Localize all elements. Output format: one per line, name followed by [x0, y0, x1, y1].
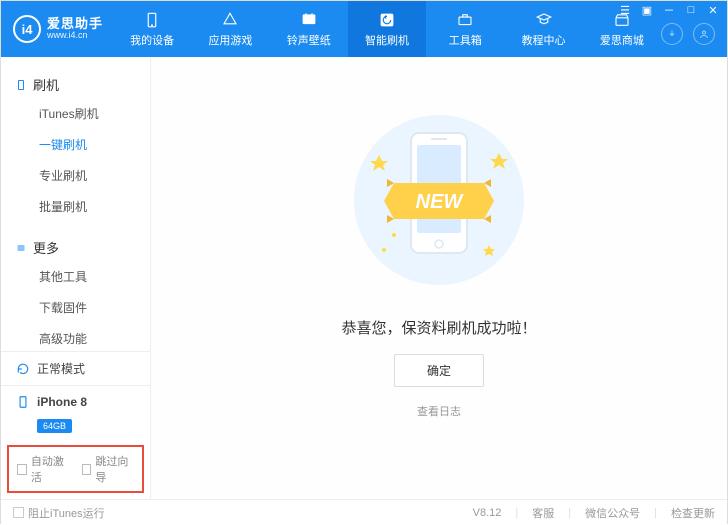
- ribbon-text: NEW: [416, 191, 465, 213]
- sidebar-item-one-key-flash[interactable]: 一键刷机: [1, 129, 150, 160]
- sidebar-bottom: 正常模式 iPhone 8 64GB 自动激活 跳过向导: [1, 351, 150, 499]
- refresh-icon: [15, 361, 31, 377]
- nav-apps[interactable]: 应用游戏: [191, 1, 269, 57]
- nav-label: 爱思商城: [600, 32, 644, 48]
- nav-tools[interactable]: 工具箱: [426, 1, 504, 57]
- sidebar-head-flash[interactable]: 刷机: [1, 71, 150, 98]
- sidebar-head-label: 刷机: [33, 75, 59, 94]
- separator: |: [568, 507, 571, 519]
- flash-icon: [378, 11, 396, 29]
- main-content: NEW 恭喜您，保资料刷机成功啦！ 确定 查看日志: [151, 57, 727, 499]
- sidebar-item-download-firmware[interactable]: 下载固件: [1, 292, 150, 323]
- wechat-link[interactable]: 微信公众号: [585, 505, 640, 521]
- checkbox-icon: [82, 464, 92, 475]
- block-itunes-checkbox[interactable]: 阻止iTunes运行: [13, 505, 105, 521]
- device-name: iPhone 8: [37, 395, 87, 409]
- version-label: V8.12: [473, 507, 502, 519]
- sidebar-section-flash: 刷机 iTunes刷机 一键刷机 专业刷机 批量刷机: [1, 65, 150, 228]
- skip-guide-label: 跳过向导: [95, 453, 134, 485]
- close-button[interactable]: ✕: [703, 1, 723, 19]
- window-controls: ☰ ▣ － □ ✕: [615, 1, 723, 19]
- phone-icon: [15, 394, 31, 410]
- sidebar-item-advanced[interactable]: 高级功能: [1, 323, 150, 351]
- view-log-link[interactable]: 查看日志: [417, 403, 461, 419]
- support-link[interactable]: 客服: [532, 505, 554, 521]
- user-button[interactable]: [693, 23, 715, 45]
- logo-badge-icon: i4: [13, 15, 41, 43]
- top-nav: 我的设备 应用游戏 铃声壁纸 智能刷机 工具箱 教程中心 爱思商城: [113, 1, 661, 57]
- app-url: www.i4.cn: [47, 31, 103, 41]
- nav-label: 工具箱: [449, 32, 482, 48]
- block-itunes-label: 阻止iTunes运行: [28, 505, 105, 521]
- options-box: 自动激活 跳过向导: [7, 445, 144, 493]
- nav-wallpaper[interactable]: 铃声壁纸: [270, 1, 348, 57]
- checkbox-icon: [13, 507, 24, 518]
- download-button[interactable]: [661, 23, 683, 45]
- update-link[interactable]: 检查更新: [671, 505, 715, 521]
- skip-guide-checkbox[interactable]: 跳过向导: [82, 453, 135, 485]
- sidebar-item-itunes-flash[interactable]: iTunes刷机: [1, 98, 150, 129]
- device-icon: [15, 79, 27, 91]
- maximize-button[interactable]: □: [681, 1, 701, 19]
- checkbox-icon: [17, 464, 27, 475]
- success-message: 恭喜您，保资料刷机成功啦！: [341, 317, 536, 338]
- nav-my-device[interactable]: 我的设备: [113, 1, 191, 57]
- storage-badge: 64GB: [37, 419, 72, 433]
- nav-flash[interactable]: 智能刷机: [348, 1, 426, 57]
- separator: |: [515, 507, 518, 519]
- auto-activate-label: 自动激活: [31, 453, 70, 485]
- sidebar: 刷机 iTunes刷机 一键刷机 专业刷机 批量刷机 更多 其他工具 下载固件 …: [1, 57, 151, 499]
- logo[interactable]: i4 爱思助手 www.i4.cn: [1, 1, 113, 57]
- title-bar: i4 爱思助手 www.i4.cn 我的设备 应用游戏 铃声壁纸 智能刷机 工具…: [1, 1, 727, 57]
- nav-tutorial[interactable]: 教程中心: [504, 1, 582, 57]
- skin-button[interactable]: ▣: [637, 1, 657, 19]
- tutorial-icon: [535, 11, 553, 29]
- menu-button[interactable]: ☰: [615, 1, 635, 19]
- app-title: 爱思助手: [47, 17, 103, 31]
- sidebar-item-pro-flash[interactable]: 专业刷机: [1, 160, 150, 191]
- tools-icon: [456, 11, 474, 29]
- device-icon: [143, 11, 161, 29]
- minimize-button[interactable]: －: [659, 1, 679, 19]
- sidebar-item-batch-flash[interactable]: 批量刷机: [1, 191, 150, 222]
- success-illustration: NEW: [339, 105, 539, 295]
- apps-icon: [221, 11, 239, 29]
- nav-label: 铃声壁纸: [287, 32, 331, 48]
- nav-label: 应用游戏: [208, 32, 252, 48]
- separator: |: [654, 507, 657, 519]
- ok-button[interactable]: 确定: [394, 354, 484, 387]
- mode-label: 正常模式: [37, 360, 85, 377]
- nav-label: 我的设备: [130, 32, 174, 48]
- more-icon: [15, 242, 27, 254]
- sidebar-item-other-tools[interactable]: 其他工具: [1, 261, 150, 292]
- status-bar: 阻止iTunes运行 V8.12 | 客服 | 微信公众号 | 检查更新: [1, 499, 727, 525]
- nav-label: 智能刷机: [365, 32, 409, 48]
- wallpaper-icon: [300, 11, 318, 29]
- device-row[interactable]: iPhone 8: [1, 385, 150, 418]
- nav-label: 教程中心: [522, 32, 566, 48]
- auto-activate-checkbox[interactable]: 自动激活: [17, 453, 70, 485]
- mode-row[interactable]: 正常模式: [1, 352, 150, 385]
- sidebar-head-more[interactable]: 更多: [1, 234, 150, 261]
- sidebar-head-label: 更多: [33, 238, 59, 257]
- sidebar-section-more: 更多 其他工具 下载固件 高级功能: [1, 228, 150, 351]
